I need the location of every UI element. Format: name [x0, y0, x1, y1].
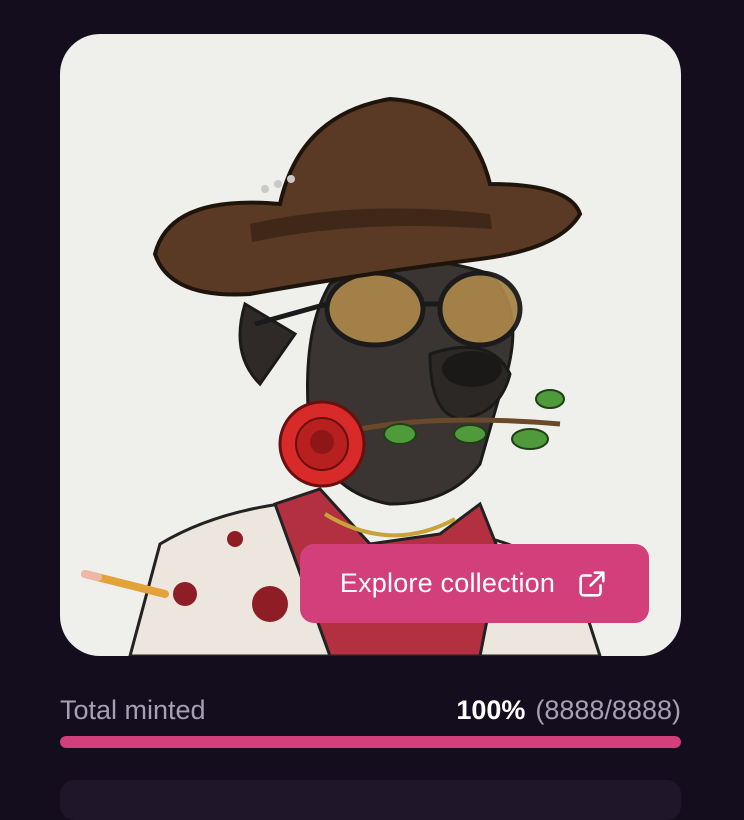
explore-collection-button[interactable]: Explore collection: [300, 544, 649, 623]
minted-percent: 100%: [456, 694, 526, 725]
mint-progress-bar: [60, 736, 681, 748]
total-minted-value: 100% (8888/8888): [456, 695, 681, 726]
collection-card: Explore collection: [60, 34, 681, 656]
external-link-icon: [579, 570, 605, 597]
mint-progress-fill: [60, 736, 681, 748]
mint-stats-row: Total minted 100% (8888/8888): [60, 690, 681, 730]
minted-count: (8888/8888): [535, 694, 681, 725]
next-panel: [60, 780, 681, 820]
explore-collection-label: Explore collection: [339, 568, 556, 598]
total-minted-label: Total minted: [60, 694, 206, 725]
